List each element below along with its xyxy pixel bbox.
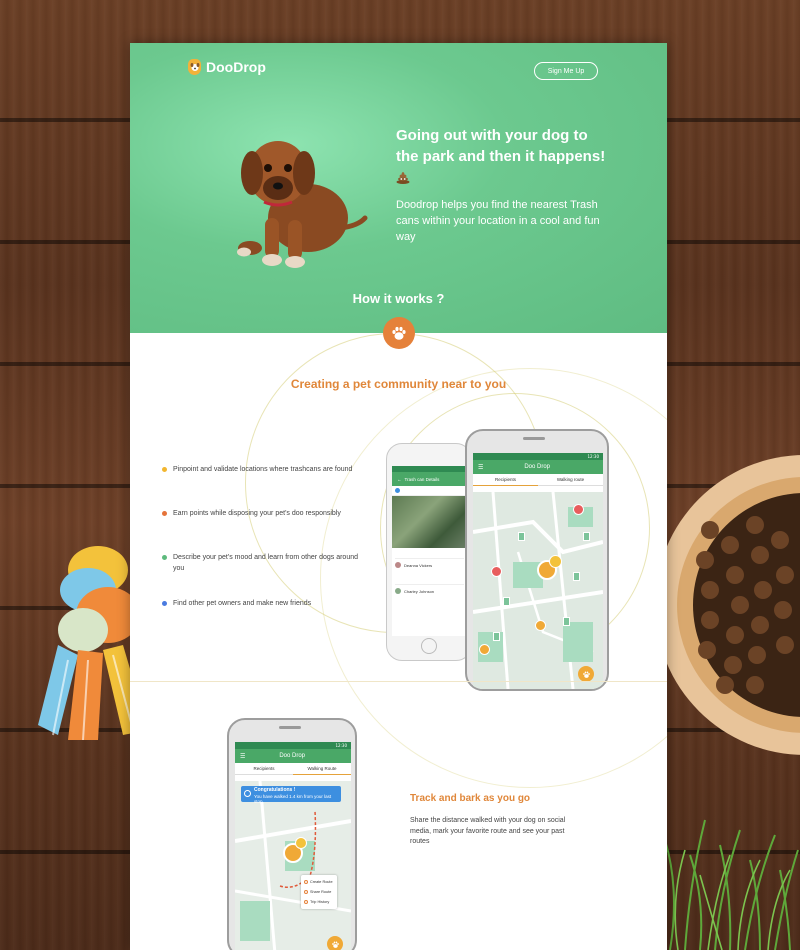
bullet-dot <box>162 467 167 472</box>
tab-bar: Recipients Walking route <box>473 474 603 486</box>
dog-marker[interactable] <box>549 555 562 568</box>
trash-can-marker[interactable] <box>503 597 510 606</box>
brand-logo[interactable]: DooDrop <box>188 59 266 75</box>
dog-marker[interactable] <box>573 504 584 515</box>
app-bar: ☰ Doo Drop <box>235 749 351 763</box>
comment-user: Charley Johnson <box>404 588 435 594</box>
bullet-dot <box>162 555 167 560</box>
trash-can-marker[interactable] <box>583 532 590 541</box>
feature-item: Find other pet owners and make new frien… <box>162 598 362 609</box>
dog-food-bowl-image <box>655 455 800 755</box>
paw-fab-button[interactable] <box>578 666 594 682</box>
app-bar-title: Doo Drop <box>279 753 306 759</box>
phone-screen: 12:30 ☰ Doo Drop Recipients Walking Rout… <box>235 742 351 950</box>
comment-row: Deanna Vickers <box>395 559 464 571</box>
map-view[interactable] <box>473 491 603 689</box>
back-arrow-icon[interactable]: ← <box>397 477 402 482</box>
address-line <box>395 551 464 559</box>
dog-marker[interactable] <box>535 620 546 631</box>
landing-page: DooDrop Sign Me Up Going out with your d… <box>130 43 667 950</box>
feature-text: Find other pet owners and make new frien… <box>173 600 312 607</box>
menu-item-create-route[interactable]: Create Route <box>304 877 334 887</box>
avatar <box>395 562 401 568</box>
speaker-grille <box>279 726 301 729</box>
map-view[interactable]: Create Route Share Route Trip History <box>235 780 351 950</box>
bullet-dot <box>162 511 167 516</box>
hero-section: DooDrop Sign Me Up Going out with your d… <box>130 43 667 333</box>
hero-title: Going out with your dog to the park and … <box>396 125 606 190</box>
menu-item-share-route[interactable]: Share Route <box>304 887 334 897</box>
feature-text: Earn points while disposing your pet's d… <box>173 510 341 517</box>
trash-can-marker[interactable] <box>493 632 500 641</box>
feature-item: Describe your pet's mood and learn from … <box>162 552 362 574</box>
comment-row: Charley Johnson <box>395 585 464 597</box>
map-graphic <box>473 491 603 689</box>
menu-item-trip-history[interactable]: Trip History <box>304 897 334 907</box>
check-icon <box>395 488 400 493</box>
feature-item: Pinpoint and validate locations where tr… <box>162 464 362 475</box>
bullet-dot <box>162 601 167 606</box>
dog-marker[interactable] <box>479 644 490 655</box>
community-title: Creating a pet community near to you <box>290 377 507 391</box>
dog-marker[interactable] <box>295 837 307 849</box>
app-bar-title: Trash can Details <box>404 476 440 482</box>
track-title: Track and bark as you go <box>410 793 531 804</box>
congratulations-toast[interactable]: Congratulations ! You have walked 1.4 km… <box>241 786 341 805</box>
trash-can-marker[interactable] <box>563 617 570 626</box>
trash-can-marker[interactable] <box>518 532 525 541</box>
dog-marker[interactable] <box>491 566 502 577</box>
status-bar: 12:30 <box>473 453 603 460</box>
route-menu: Create Route Share Route Trip History <box>301 875 337 909</box>
comment-user: Deanna Vickers <box>404 562 433 568</box>
section-divider <box>130 681 667 682</box>
tab-recipients[interactable]: Recipients <box>235 763 293 775</box>
dog-logo-icon <box>188 59 201 75</box>
paw-icon <box>582 670 590 678</box>
grass-image <box>664 819 799 950</box>
status-time: 12:30 <box>587 454 599 459</box>
app-bar: ☰ Doo Drop <box>473 460 603 474</box>
validated-row <box>392 486 467 496</box>
track-description: Share the distance walked with your dog … <box>410 817 566 845</box>
check-icon <box>244 790 251 797</box>
tab-walking-route[interactable]: Walking Route <box>293 763 351 775</box>
phone-screen: ← Trash can Details Deanna Vickers Charl… <box>392 466 467 636</box>
feature-text: Pinpoint and validate locations where tr… <box>173 466 353 473</box>
status-time: 12:30 <box>335 743 347 748</box>
home-button <box>421 638 437 654</box>
puppy-image <box>237 141 368 268</box>
paw-icon <box>331 940 339 948</box>
status-bar: 12:30 <box>235 742 351 749</box>
phone-mockup-details: ← Trash can Details Deanna Vickers Charl… <box>386 443 472 661</box>
phone-mockup-track: 12:30 ☰ Doo Drop Recipients Walking Rout… <box>227 718 357 950</box>
tab-recipients[interactable]: Recipients <box>473 474 538 486</box>
tab-bar: Recipients Walking Route <box>235 763 351 775</box>
toast-body: You have walked 1.4 km from your last st… <box>254 793 332 805</box>
phone-screen: 12:30 ☰ Doo Drop Recipients Walking rout… <box>473 453 603 689</box>
speaker-grille <box>523 437 545 440</box>
phone-mockup-map: 12:30 ☰ Doo Drop Recipients Walking rout… <box>465 429 609 691</box>
map-graphic <box>235 780 351 950</box>
trash-can-marker[interactable] <box>573 572 580 581</box>
how-it-works-heading: How it works ? <box>352 291 445 306</box>
avatar <box>395 588 401 594</box>
hero-description: Doodrop helps you find the nearest Trash… <box>396 199 600 243</box>
brand-name: DooDrop <box>206 59 266 75</box>
feature-text: Describe your pet's mood and learn from … <box>173 554 358 572</box>
trash-can-photo <box>392 496 467 548</box>
tab-walking-route[interactable]: Walking route <box>538 474 603 486</box>
app-bar: ← Trash can Details <box>392 472 467 486</box>
poo-emoji-icon <box>396 169 410 190</box>
app-bar-title: Doo Drop <box>524 464 551 470</box>
paw-fab-button[interactable] <box>327 936 343 950</box>
comment-text <box>395 571 464 585</box>
feature-item: Earn points while disposing your pet's d… <box>162 508 362 519</box>
paw-icon <box>383 317 415 349</box>
sign-up-button[interactable]: Sign Me Up <box>534 62 598 80</box>
